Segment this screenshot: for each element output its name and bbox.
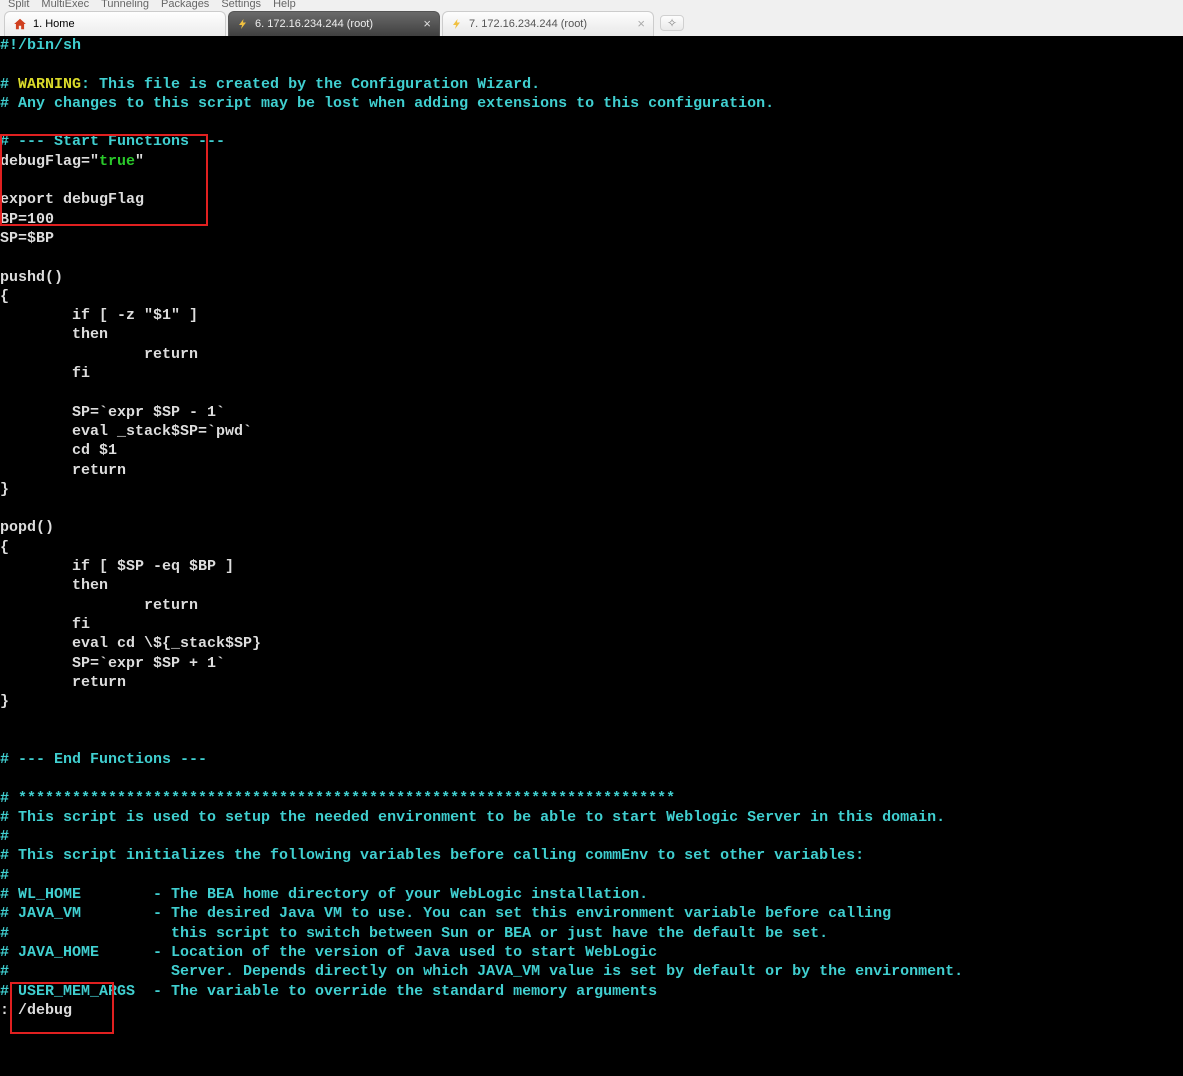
code-line: debugFlag=" (0, 153, 99, 170)
code-line: return (0, 674, 126, 691)
code-line: eval cd \${_stack$SP} (0, 635, 261, 652)
code-line: if [ -z "$1" ] (0, 307, 198, 324)
code-line: fi (0, 365, 90, 382)
code-line: } (0, 481, 9, 498)
menu-packages[interactable]: Packages (161, 0, 209, 10)
tab-inactive-label: 7. 172.16.234.244 (root) (469, 18, 587, 30)
code-line: { (0, 288, 9, 305)
code-line: # This script is used to setup the neede… (0, 809, 945, 826)
tab-active-label: 6. 172.16.234.244 (root) (255, 18, 373, 30)
code-line: fi (0, 616, 90, 633)
code-line: return (0, 346, 198, 363)
code-line: return (0, 597, 198, 614)
code-line: # WL_HOME - The BEA home directory of yo… (0, 886, 648, 903)
menu-multiexec[interactable]: MultiExec (41, 0, 89, 10)
code-value: true (99, 153, 135, 170)
terminal[interactable]: #!/bin/sh # WARNING: This file is create… (0, 36, 1183, 1076)
plus-icon: ✧ (667, 16, 677, 30)
close-icon[interactable]: × (423, 17, 431, 30)
code-line: # --- Start Functions --- (0, 133, 225, 150)
code-line: # JAVA_VM - The desired Java VM to use. … (0, 905, 891, 922)
new-tab-button[interactable]: ✧ (660, 15, 684, 31)
code-line: # USER_MEM_ARGS - The variable to overri… (0, 983, 657, 1000)
code-line: #!/bin/sh (0, 37, 81, 54)
close-icon[interactable]: × (637, 17, 645, 30)
code-line: then (0, 577, 108, 594)
code-line: popd() (0, 519, 54, 536)
tab-home[interactable]: 1. Home (4, 11, 226, 36)
code-line: if [ $SP -eq $BP ] (0, 558, 234, 575)
code-line: eval _stack$SP=`pwd` (0, 423, 252, 440)
code-line: # this script to switch between Sun or B… (0, 925, 828, 942)
menu-split[interactable]: Split (8, 0, 29, 10)
tab-session-active[interactable]: 6. 172.16.234.244 (root) × (228, 11, 440, 36)
lightning-icon (451, 18, 463, 30)
tab-bar: 1. Home 6. 172.16.234.244 (root) × 7. 17… (0, 10, 1183, 36)
menu-tunneling[interactable]: Tunneling (101, 0, 149, 10)
code-line: then (0, 326, 108, 343)
code-line: # (0, 76, 18, 93)
code-line: # This script initializes the following … (0, 847, 864, 864)
code-line: # **************************************… (0, 790, 675, 807)
code-line: return (0, 462, 126, 479)
code-line: cd $1 (0, 442, 117, 459)
code-line: } (0, 693, 9, 710)
code-line: BP=100 (0, 211, 54, 228)
home-icon (13, 17, 27, 31)
code-line: # --- End Functions --- (0, 751, 207, 768)
menu-settings[interactable]: Settings (221, 0, 261, 10)
code-line: SP=$BP (0, 230, 54, 247)
lightning-icon (237, 18, 249, 30)
warning-text: WARNING (18, 76, 81, 93)
code-line: " (135, 153, 144, 170)
menu-bar: Split MultiExec Tunneling Packages Setti… (0, 0, 1183, 10)
code-line: SP=`expr $SP + 1` (0, 655, 225, 672)
code-line: export debugFlag (0, 191, 144, 208)
vim-command-line: : /debug (0, 1002, 72, 1019)
tab-home-label: 1. Home (33, 18, 75, 30)
code-line: { (0, 539, 9, 556)
code-line: # Server. Depends directly on which JAVA… (0, 963, 963, 980)
code-line: # (0, 828, 9, 845)
code-line: # JAVA_HOME - Location of the version of… (0, 944, 657, 961)
code-line: pushd() (0, 269, 63, 286)
code-line: # (0, 867, 9, 884)
code-line: : This file is created by the Configurat… (81, 76, 540, 93)
tab-session-inactive[interactable]: 7. 172.16.234.244 (root) × (442, 11, 654, 36)
menu-help[interactable]: Help (273, 0, 296, 10)
code-line: SP=`expr $SP - 1` (0, 404, 225, 421)
code-line: # Any changes to this script may be lost… (0, 95, 774, 112)
